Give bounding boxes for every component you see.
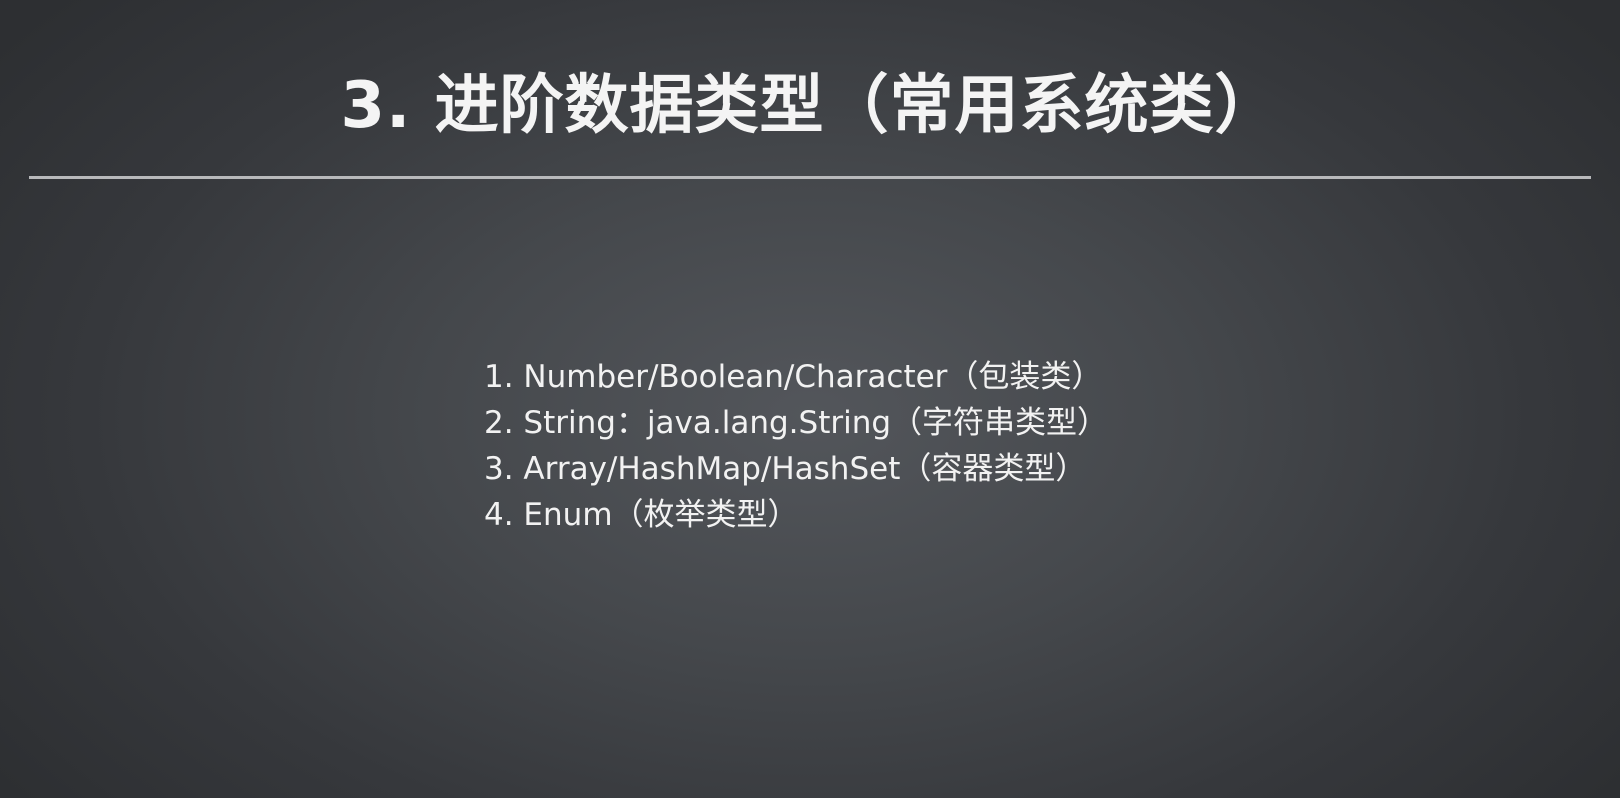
list-item: 1. Number/Boolean/Character（包装类） (484, 359, 1103, 395)
list-item: 2. String：java.lang.String（字符串类型） (484, 405, 1109, 441)
slide-title: 3. 进阶数据类型（常用系统类） (340, 69, 1280, 143)
slide: 3. 进阶数据类型（常用系统类） 1. Number/Boolean/Chara… (0, 0, 1620, 798)
list-item: 3. Array/HashMap/HashSet（容器类型） (484, 451, 1087, 487)
list-item: 4. Enum（枚举类型） (484, 497, 799, 533)
bullet-list: 1. Number/Boolean/Character（包装类） 2. Stri… (484, 354, 1108, 538)
title-divider (29, 176, 1591, 179)
